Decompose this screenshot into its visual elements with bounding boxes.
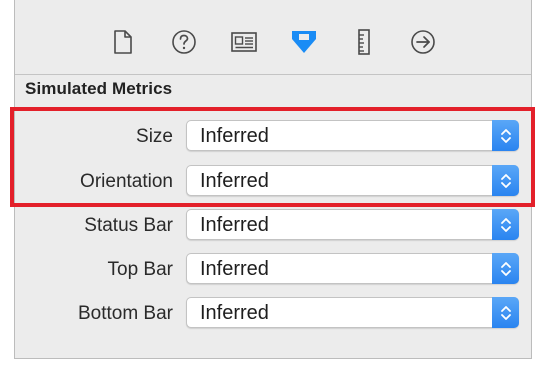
file-inspector-icon[interactable] [108,27,138,57]
top-bar-label: Top Bar [107,259,173,280]
status-bar-row: Status Bar Inferred [15,209,531,243]
chevron-up-down-icon [492,297,519,328]
connections-inspector-icon[interactable] [408,27,438,57]
orientation-value: Inferred [200,170,269,192]
size-inspector-icon[interactable] [349,27,379,57]
quick-help-icon[interactable] [169,27,199,57]
inspector-panel: Simulated Metrics Size Inferred Orientat… [14,0,532,359]
attributes-inspector-icon[interactable] [289,27,319,57]
chevron-up-down-icon [492,120,519,151]
top-bar-value: Inferred [200,258,269,280]
status-bar-value: Inferred [200,214,269,236]
bottom-bar-popup[interactable]: Inferred [186,297,519,328]
chevron-up-down-icon [492,165,519,196]
chevron-up-down-icon [492,209,519,240]
identity-inspector-icon[interactable] [229,27,259,57]
bottom-bar-label: Bottom Bar [77,303,173,324]
status-bar-label: Status Bar [84,215,173,236]
size-row: Size Inferred [15,120,531,154]
size-value: Inferred [200,125,269,147]
orientation-label: Orientation [80,171,173,192]
section-title: Simulated Metrics [25,79,173,98]
orientation-popup[interactable]: Inferred [186,165,519,196]
chevron-up-down-icon [492,253,519,284]
size-popup[interactable]: Inferred [186,120,519,151]
orientation-row: Orientation Inferred [15,165,531,199]
bottom-bar-value: Inferred [200,302,269,324]
status-bar-popup[interactable]: Inferred [186,209,519,240]
bottom-bar-row: Bottom Bar Inferred [15,297,531,331]
inspector-toolbar [15,0,531,75]
top-bar-popup[interactable]: Inferred [186,253,519,284]
top-bar-row: Top Bar Inferred [15,253,531,287]
size-label: Size [136,126,173,147]
